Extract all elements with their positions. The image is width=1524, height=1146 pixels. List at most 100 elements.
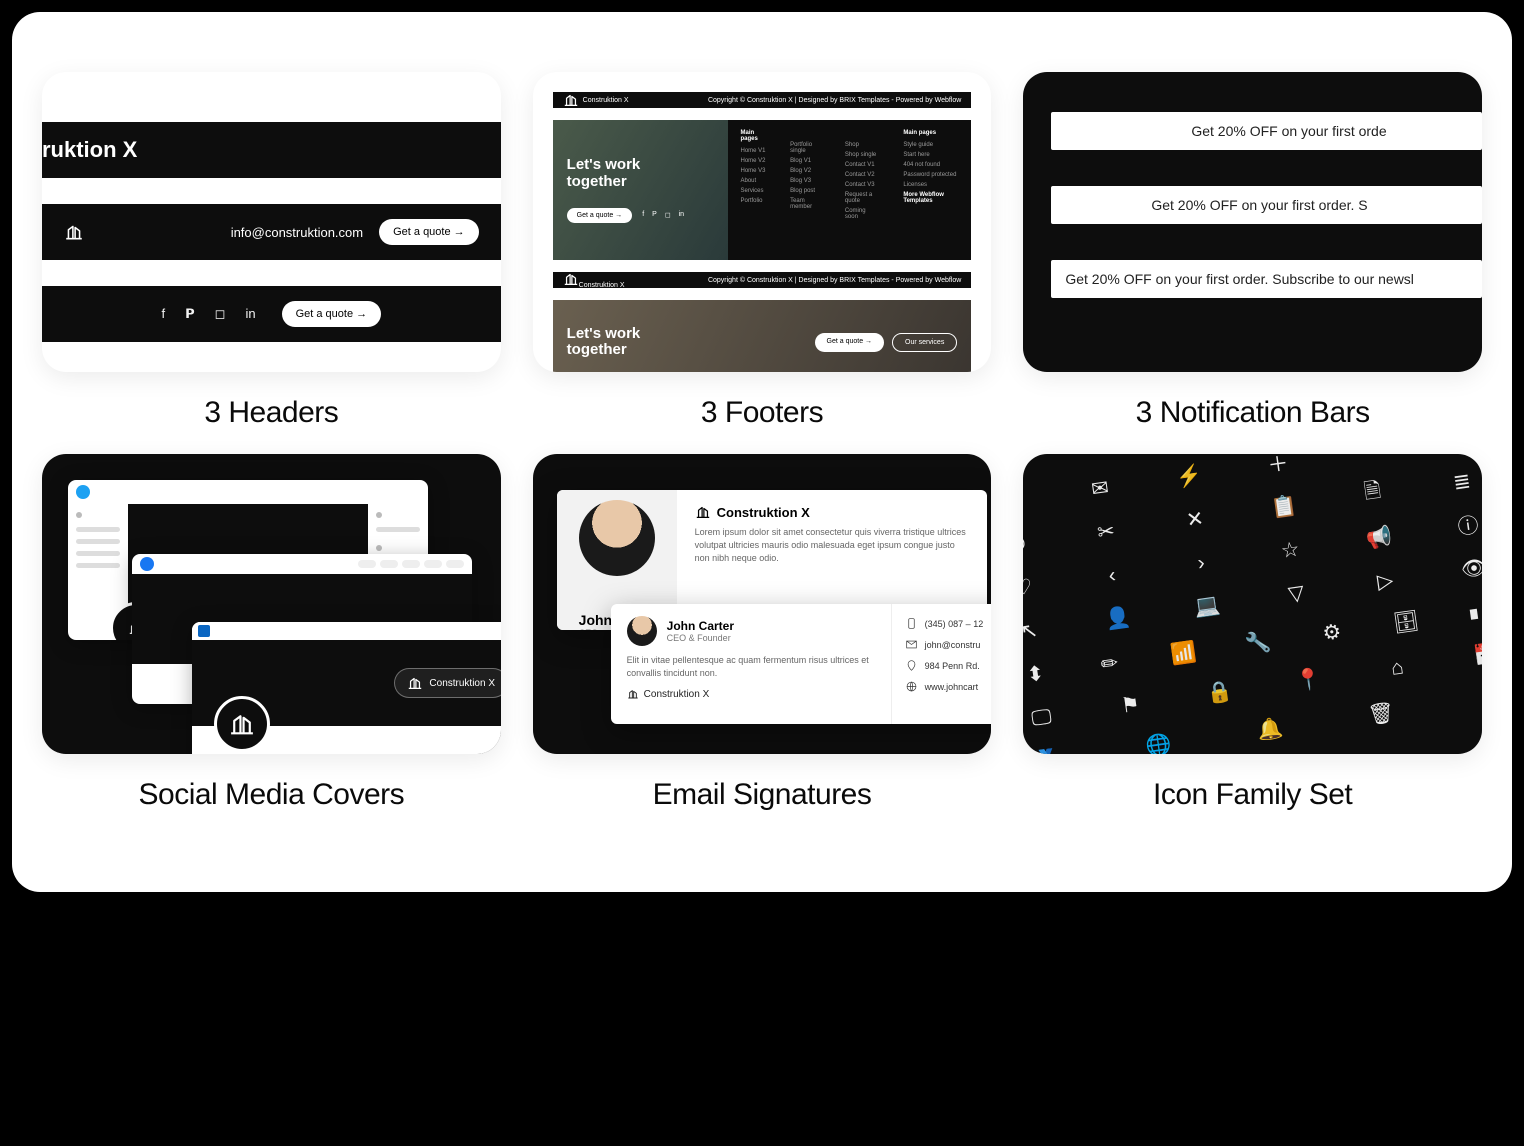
get-quote-button[interactable]: Get a quote → (379, 219, 479, 245)
footer-link[interactable]: More Webflow Templates (903, 192, 959, 204)
footer-link[interactable]: Portfolio single (790, 142, 821, 154)
signature-name: John (579, 612, 612, 628)
header-email[interactable]: info@construktion.com (231, 225, 363, 240)
footer-heading: Let's work together (567, 157, 715, 190)
home-icon: ⌂ (1385, 654, 1411, 680)
scissors-icon: ✂ (1093, 519, 1119, 545)
brand-text-partial: ruktion X (42, 137, 137, 163)
signature-description: Lorem ipsum dolor sit amet consectetur q… (695, 526, 969, 565)
pinterest-icon[interactable]: 𝗣 (185, 306, 195, 322)
footer-link[interactable]: Coming soon (845, 208, 879, 220)
notification-text: Get 20% OFF on your first orde (1191, 123, 1386, 139)
footer-link[interactable]: Shop (845, 142, 879, 148)
notification-bar-2: Get 20% OFF on your first order. S (1051, 186, 1482, 224)
footer-bar-top: Construktion X Copyright © Construktion … (553, 92, 972, 108)
footer-link[interactable]: Shop single (845, 152, 879, 158)
notification-preview: Get 20% OFF on your first orde Get 20% O… (1023, 72, 1482, 372)
footer-link[interactable]: Request a quote (845, 192, 879, 204)
clipboard-icon: 📋 (1271, 494, 1297, 520)
card-title: 3 Footers (701, 396, 823, 430)
brand-pill: Construktion X (394, 668, 500, 698)
footer-link[interactable]: Contact V1 (845, 162, 879, 168)
footer-bar-bottom: Construktion X Copyright © Construktion … (553, 272, 972, 288)
location-icon (906, 660, 917, 671)
footer-link[interactable]: Blog V3 (790, 178, 821, 184)
footer-link[interactable]: Home V2 (740, 158, 766, 164)
pin-icon: 📍 (1296, 667, 1322, 693)
megaphone-icon: 📢 (1366, 524, 1392, 550)
plus-icon: ＋ (1265, 454, 1291, 476)
facebook-icon[interactable]: f (162, 306, 166, 322)
warning-icon: ⚠ (1480, 685, 1482, 711)
get-quote-button[interactable]: Get a quote → (282, 301, 382, 327)
instagram-icon[interactable]: ◻ (215, 306, 226, 322)
list-icon: ≣ (1449, 469, 1475, 495)
footer-link[interactable]: Home V3 (740, 168, 766, 174)
mail-icon: ✉ (1087, 475, 1113, 501)
footer-variant-image: Let's work together Get a quote → Our se… (553, 300, 972, 372)
signature-variant-2: John Carter CEO & Founder Elit in vitae … (611, 604, 992, 724)
footer-heading: Let's work together (567, 326, 641, 359)
bell-icon: 🔔 (1257, 716, 1283, 742)
card-title: Icon Family Set (1153, 778, 1352, 812)
card-title: 3 Notification Bars (1136, 396, 1370, 430)
user-icon: 👤 (1106, 605, 1132, 631)
wifi-icon: 📶 (1171, 640, 1197, 666)
footer-link[interactable]: Portfolio (740, 198, 766, 204)
wrench-icon: 🔧 (1245, 630, 1271, 656)
linkedin-window: Construktion X (192, 622, 501, 754)
wifi-icon: ⦾ (1023, 531, 1030, 557)
our-services-button[interactable]: Our services (892, 333, 957, 352)
chart-icon: ⬍ (1023, 661, 1048, 687)
footer-link[interactable]: Blog V1 (790, 158, 821, 164)
email-text: john@constru (925, 640, 981, 650)
footer-link[interactable]: Team member (790, 198, 821, 210)
footer-link[interactable]: Contact V3 (845, 182, 879, 188)
signature-role: CEO & Founder (667, 633, 734, 643)
globe-icon: 🌐 (1146, 732, 1172, 754)
trash-icon: 🗑 (1368, 701, 1394, 727)
bars-icon: ∎∎ (1468, 598, 1482, 624)
footer-link[interactable]: Home V1 (740, 148, 766, 154)
get-quote-button[interactable]: Get a quote → (567, 208, 633, 223)
get-quote-button[interactable]: Get a quote → (815, 333, 885, 352)
footer-link[interactable]: Services (740, 188, 766, 194)
gear-icon: ⚙ (1319, 619, 1345, 645)
footer-link[interactable]: Blog V2 (790, 168, 821, 174)
footer-link[interactable]: About (740, 178, 766, 184)
footer-link[interactable]: Start here (903, 152, 959, 158)
web-text: www.johncart (925, 682, 979, 692)
email-icon (906, 639, 917, 650)
footer-link[interactable]: 404 not found (903, 162, 959, 168)
bolt-icon: ⚡ (1176, 463, 1202, 489)
linkedin-icon[interactable]: in (245, 306, 255, 322)
phone-icon (906, 618, 917, 629)
monitor-icon: 🖵 (1029, 704, 1055, 730)
logo-icon (563, 92, 579, 108)
signature-role: CEO (579, 628, 612, 630)
badge-icon: 🏅 (1035, 748, 1061, 754)
heart-icon: ♡ (1023, 574, 1036, 600)
footer-col-head: Main pages (903, 130, 959, 136)
notification-text: Get 20% OFF on your first order. S (1151, 197, 1367, 213)
footer-link[interactable]: Password protected (903, 172, 959, 178)
copyright-text: Copyright © Construktion X | Designed by… (708, 97, 961, 104)
facebook-icon (140, 557, 154, 571)
footer-link[interactable]: Contact V2 (845, 172, 879, 178)
footer-link[interactable]: Licenses (903, 182, 959, 188)
footer-link[interactable]: Style guide (903, 142, 959, 148)
avatar-circle (214, 696, 270, 752)
globe-icon (906, 681, 917, 692)
play-icon: ▷ (1372, 568, 1398, 594)
feature-footers: Construktion X Copyright © Construktion … (533, 72, 992, 430)
document-icon: 🗎 (1360, 481, 1386, 507)
minus-icon: － (1354, 454, 1380, 464)
footers-preview: Construktion X Copyright © Construktion … (533, 72, 992, 372)
footer-link[interactable]: Blog post (790, 188, 821, 194)
notification-bar-3: Get 20% OFF on your first order. Subscri… (1051, 260, 1482, 298)
avatar (627, 616, 657, 646)
database-icon: 🗄 (1393, 609, 1419, 635)
card-title: 3 Headers (204, 396, 338, 430)
eye-icon: 👁 (1461, 555, 1482, 581)
footer-social: fP◻in (642, 211, 684, 219)
